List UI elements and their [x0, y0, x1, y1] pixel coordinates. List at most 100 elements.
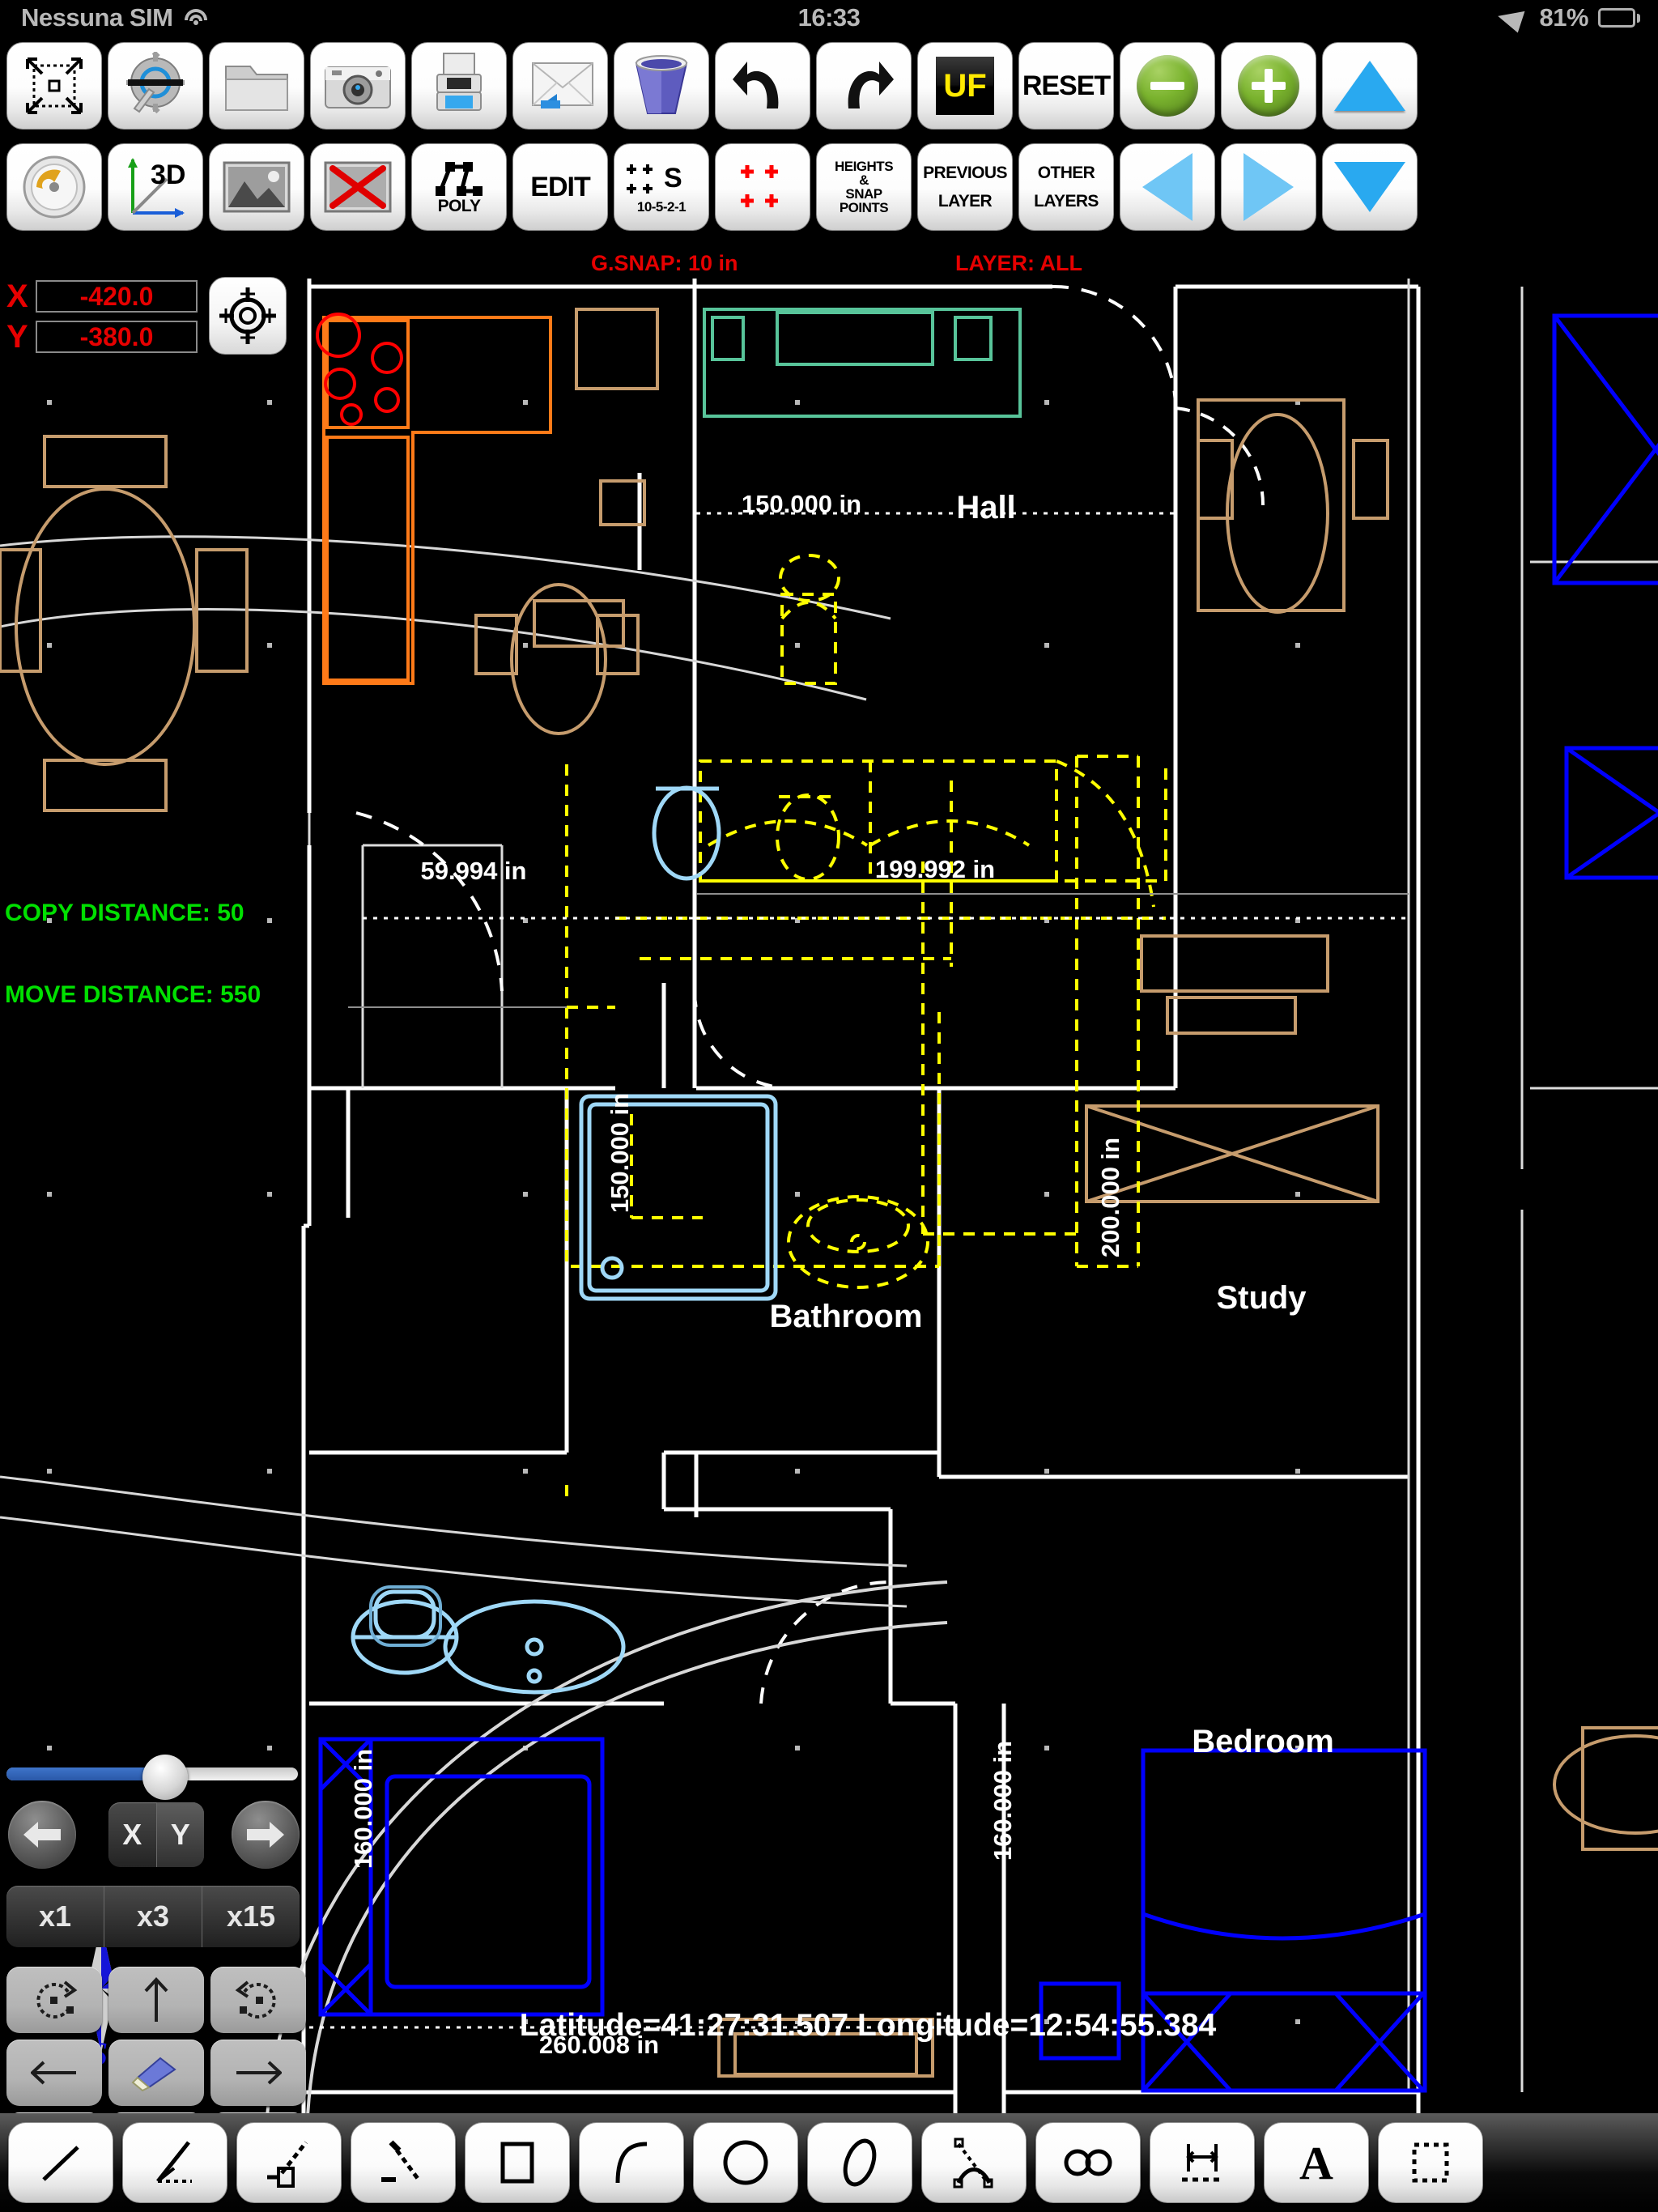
rectangle-tool-button[interactable]	[465, 2122, 570, 2203]
room-label-hall: Hall	[956, 490, 1015, 525]
picture-delete-icon	[324, 161, 392, 213]
axis-x-button[interactable]: X	[108, 1802, 156, 1867]
uf-button[interactable]: UF	[917, 42, 1013, 130]
zoom-in-button[interactable]	[1221, 42, 1316, 130]
snap-target-button[interactable]	[209, 277, 287, 355]
triangle-down-icon	[1334, 162, 1405, 212]
curve-tool-button[interactable]	[921, 2122, 1027, 2203]
image-underlay-button[interactable]	[209, 143, 304, 231]
mail-button[interactable]	[512, 42, 608, 130]
move-up-button[interactable]	[108, 1967, 204, 2033]
fit-to-screen-button[interactable]	[6, 42, 102, 130]
ellipse-tool-button[interactable]	[807, 2122, 912, 2203]
red-cross-points-icon	[741, 165, 778, 207]
line-angle-tool-button[interactable]	[122, 2122, 227, 2203]
axis-toggle[interactable]: X Y	[108, 1802, 204, 1867]
line-offset-icon	[267, 2141, 308, 2188]
previous-layer-button[interactable]: PREVIOUS LAYER	[917, 143, 1013, 231]
arrow-left-icon	[31, 2061, 76, 2085]
bath-fixture-layer	[351, 785, 778, 1695]
line-offset-tool-button[interactable]	[236, 2122, 342, 2203]
triangle-right-icon	[1244, 153, 1294, 221]
previous-layer-line-2: LAYER	[937, 192, 993, 211]
line-tool-button[interactable]	[8, 2122, 113, 2203]
print-button[interactable]	[411, 42, 507, 130]
y-value-field[interactable]: -380.0	[36, 321, 198, 353]
layer-status: LAYER: ALL	[955, 251, 1083, 275]
zoom-out-button[interactable]	[1120, 42, 1215, 130]
x-coordinate-row: X -420.0	[6, 279, 198, 314]
heights-line-4: POINTS	[839, 200, 889, 215]
bottom-toolbar: A	[0, 2113, 1658, 2212]
eraser-button[interactable]	[108, 2040, 204, 2106]
green-layer	[703, 308, 1022, 418]
undo-button[interactable]	[715, 42, 810, 130]
dimension-label: 150.000 in	[742, 490, 861, 518]
kitchen-hob-layer	[316, 313, 403, 426]
camera-button[interactable]	[310, 42, 406, 130]
move-distance-label: MOVE DISTANCE: 550	[5, 981, 261, 1008]
snap-points-icon: S	[627, 163, 682, 194]
move-right-button[interactable]	[210, 2040, 306, 2106]
open-folder-button[interactable]	[209, 42, 304, 130]
arc-tool-button[interactable]	[579, 2122, 684, 2203]
distance-slider[interactable]	[6, 1755, 298, 1800]
redo-arrow-icon	[848, 62, 894, 108]
other-layers-button[interactable]: OTHER LAYERS	[1018, 143, 1114, 231]
double-line-tool-button[interactable]	[1035, 2122, 1141, 2203]
wall-layer	[301, 279, 1421, 2113]
axis-y-button[interactable]: Y	[155, 1802, 204, 1867]
status-bar-time: 16:33	[797, 3, 861, 32]
circle-tool-button[interactable]	[693, 2122, 798, 2203]
printer-icon	[436, 53, 482, 111]
axis-nav-row: X Y	[8, 1801, 300, 1869]
triangle-left-icon	[1142, 153, 1192, 221]
multiplier-x1-button[interactable]: x1	[6, 1886, 104, 1947]
dimension-label: 199.992 in	[875, 855, 995, 883]
rotate-ccw-button[interactable]	[210, 1967, 306, 2033]
multiplier-x3-button[interactable]: x3	[104, 1886, 202, 1947]
axes-3d-icon: 3D	[128, 158, 185, 218]
settings-button[interactable]	[108, 42, 203, 130]
status-bar-right: 81%	[1498, 2, 1640, 33]
poly-button[interactable]: POLY	[411, 143, 507, 231]
expand-arrows-icon	[26, 57, 83, 114]
copy-distance-label: COPY DISTANCE: 50	[5, 900, 244, 927]
arrow-right-icon	[236, 2061, 282, 2085]
dimension-tool-button[interactable]	[1150, 2122, 1255, 2203]
reset-label: RESET	[1022, 70, 1111, 101]
yellow-fixtures-layer	[565, 554, 1167, 1501]
move-left-button[interactable]	[6, 2040, 102, 2106]
snap-scale-button[interactable]: S 10-5-2-1	[614, 143, 709, 231]
heights-line-1: HEIGHTS	[834, 159, 894, 174]
reset-button[interactable]: RESET	[1018, 42, 1114, 130]
ellipse-icon	[843, 2138, 877, 2187]
snap-cross-button[interactable]	[715, 143, 810, 231]
delete-image-button[interactable]	[310, 143, 406, 231]
edit-button[interactable]: EDIT	[512, 143, 608, 231]
text-tool-button[interactable]: A	[1264, 2122, 1369, 2203]
rotate-cw-button[interactable]	[6, 1967, 102, 2033]
nav-previous-button[interactable]	[8, 1801, 76, 1869]
heights-snap-points-button[interactable]: HEIGHTS & SNAP POINTS	[816, 143, 912, 231]
dimension-label: 200.000 in	[1096, 1138, 1124, 1257]
wall-thin-layer	[308, 279, 1658, 2092]
pan-down-button[interactable]	[1322, 143, 1418, 231]
circle-icon	[723, 2140, 768, 2185]
nav-next-button[interactable]	[232, 1801, 300, 1869]
slider-knob[interactable]	[142, 1755, 188, 1800]
compass-dial-button[interactable]	[6, 143, 102, 231]
pan-right-button[interactable]	[1221, 143, 1316, 231]
dashed-rectangle-icon	[1412, 2142, 1449, 2183]
dimension-measure-icon	[1182, 2144, 1222, 2182]
view-3d-button[interactable]: 3D	[108, 143, 203, 231]
trash-button[interactable]	[614, 42, 709, 130]
x-value-field[interactable]: -420.0	[36, 280, 198, 313]
select-area-tool-button[interactable]	[1378, 2122, 1483, 2203]
pan-up-button[interactable]	[1322, 42, 1418, 130]
redo-button[interactable]	[816, 42, 912, 130]
toolbar-row-1: UF RESET	[0, 42, 1658, 131]
multiplier-x15-button[interactable]: x15	[202, 1886, 300, 1947]
pan-left-button[interactable]	[1120, 143, 1215, 231]
line-perp-tool-button[interactable]	[351, 2122, 456, 2203]
